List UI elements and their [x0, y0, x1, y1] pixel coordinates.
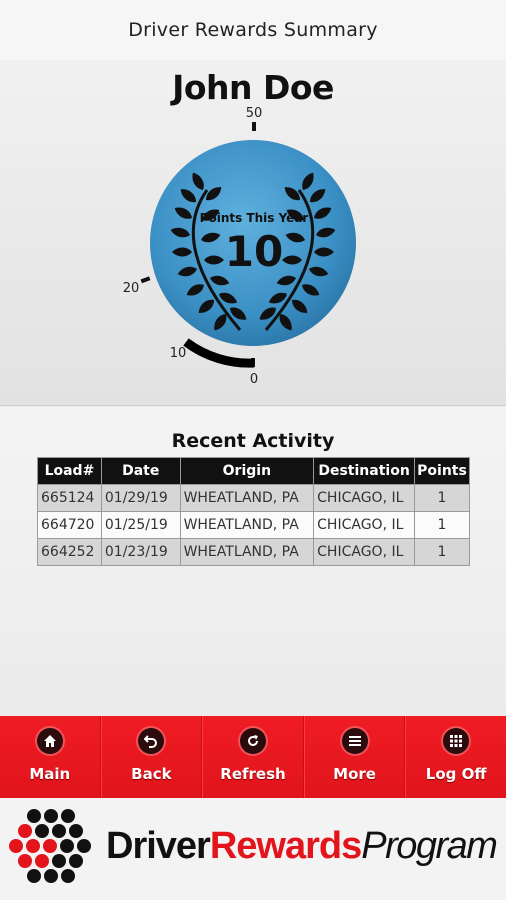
cell-origin: WHEATLAND, PA [179, 484, 315, 512]
column-header-date: Date [100, 457, 181, 485]
tick-20-mark [140, 276, 151, 284]
table-row[interactable]: 664252 01/23/19 WHEATLAND, PA CHICAGO, I… [37, 538, 470, 566]
page-title: Driver Rewards Summary [128, 18, 378, 41]
tick-50-label: 50 [246, 106, 263, 121]
brand-driver-text: Driver [106, 825, 211, 867]
cell-points: 1 [414, 511, 470, 539]
tick-0-label: 0 [250, 372, 258, 387]
cell-date: 01/23/19 [100, 538, 181, 566]
cell-origin: WHEATLAND, PA [179, 538, 315, 566]
column-header-destination: Destination [313, 457, 415, 485]
driver-name: John Doe [172, 68, 334, 107]
app-header: Driver Rewards Summary [0, 0, 506, 60]
tick-50-mark [252, 122, 256, 131]
column-header-load: Load# [37, 457, 102, 485]
tick-10-label: 10 [170, 346, 187, 361]
menu-icon [341, 728, 368, 754]
activity-table: Load# Date Origin Destination Points 665… [37, 457, 470, 566]
nav-more-label: More [333, 765, 376, 783]
back-icon [138, 728, 165, 754]
refresh-icon [239, 728, 266, 754]
points-value: 10 [225, 227, 283, 276]
brand-program-text: Program [361, 825, 498, 867]
nav-back-label: Back [131, 765, 172, 783]
nav-logoff-button[interactable]: Log Off [405, 716, 506, 798]
column-header-points: Points [414, 457, 470, 485]
points-gauge: 50 20 10 0 Points This Year 10 [123, 106, 356, 387]
home-icon [36, 728, 63, 754]
cell-date: 01/29/19 [100, 484, 181, 512]
nav-main-label: Main [29, 765, 71, 783]
nav-refresh-button[interactable]: Refresh [202, 716, 304, 798]
nav-main-button[interactable]: Main [0, 716, 101, 798]
nav-back-button[interactable]: Back [100, 716, 203, 798]
cell-date: 01/25/19 [100, 511, 181, 539]
cell-destination: CHICAGO, IL [313, 538, 415, 566]
brand-wordmark: DriverRewardsProgram [106, 825, 498, 868]
bottom-nav-bar: Main Back Refresh More Log Off [0, 716, 506, 798]
column-header-origin: Origin [179, 457, 315, 485]
cell-points: 1 [414, 538, 470, 566]
nav-more-button[interactable]: More [303, 716, 406, 798]
cell-destination: CHICAGO, IL [313, 484, 415, 512]
brand-rewards-text: Rewards [209, 825, 362, 867]
recent-activity-title: Recent Activity [171, 430, 335, 452]
table-row[interactable]: 664720 01/25/19 WHEATLAND, PA CHICAGO, I… [37, 511, 470, 539]
table-header-row: Load# Date Origin Destination Points [37, 457, 470, 485]
tick-20-label: 20 [123, 281, 140, 296]
driver-summary-panel: 50 20 10 0 Points This Year 10 John Doe [0, 60, 506, 406]
cell-load: 664252 [37, 538, 102, 566]
brand-footer: DriverRewardsProgram [0, 798, 506, 900]
cell-load: 665124 [37, 484, 102, 512]
nav-refresh-label: Refresh [220, 765, 286, 783]
cell-load: 664720 [37, 511, 102, 539]
grid-icon [443, 728, 470, 754]
points-label: Points This Year [200, 211, 309, 225]
table-row[interactable]: 665124 01/29/19 WHEATLAND, PA CHICAGO, I… [37, 484, 470, 512]
cell-points: 1 [414, 484, 470, 512]
cell-origin: WHEATLAND, PA [179, 511, 315, 539]
recent-activity-section: Recent Activity Load# Date Origin Destin… [0, 407, 506, 716]
cell-destination: CHICAGO, IL [313, 511, 415, 539]
nav-logoff-label: Log Off [425, 765, 487, 783]
brand-logo-icon [9, 809, 91, 883]
